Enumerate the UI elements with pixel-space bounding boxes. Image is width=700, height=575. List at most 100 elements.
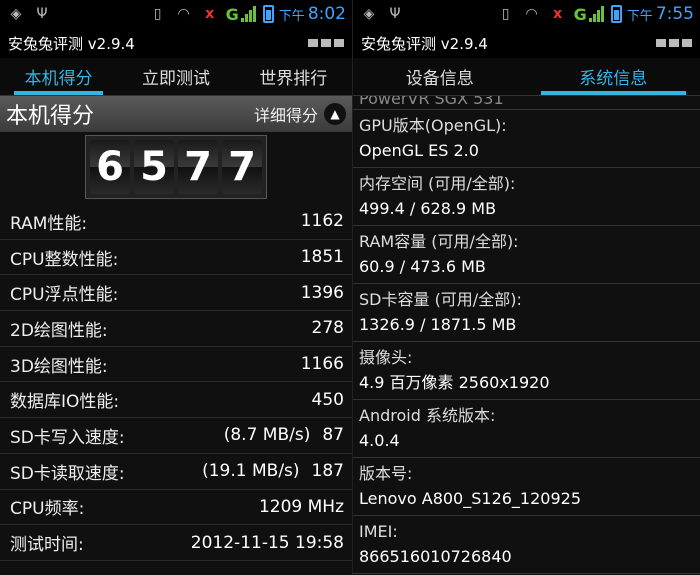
row-value: 1396 xyxy=(300,282,344,303)
row-label: 3D绘图性能: xyxy=(10,356,108,377)
network-type-label: G xyxy=(225,4,239,24)
no-signal-icon: x xyxy=(553,6,563,22)
tab-device-info[interactable]: 设备信息 xyxy=(353,58,527,95)
info-value: 4.9 百万像素 2560x1920 xyxy=(359,373,550,392)
info-item-gpu-version: GPU版本(OpenGL): OpenGL ES 2.0 xyxy=(353,110,700,168)
row-label: CPU频率: xyxy=(10,499,85,520)
vibrate-icon: ▯ xyxy=(153,6,162,22)
info-value: 4.0.4 xyxy=(359,431,400,450)
battery-icon xyxy=(610,5,622,23)
row-extra: (19.1 MB/s) xyxy=(202,461,300,482)
info-value: Lenovo A800_S126_120925 xyxy=(359,489,582,508)
info-item-android-version: Android 系统版本: 4.0.4 xyxy=(353,400,700,458)
no-signal-icon: x xyxy=(205,6,215,22)
tab-bar: 设备信息 系统信息 xyxy=(353,58,700,96)
row-value: 1851 xyxy=(300,247,344,268)
row-value: 278 xyxy=(311,318,344,339)
signal-bars-icon xyxy=(240,6,257,22)
info-value: 499.4 / 628.9 MB xyxy=(359,199,497,218)
row-label: 测试时间: xyxy=(10,535,84,556)
info-item-camera: 摄像头: 4.9 百万像素 2560x1920 xyxy=(353,342,700,400)
status-time: 7:55 xyxy=(655,4,694,24)
info-item-imei: IMEI: 866516010726840 xyxy=(353,516,700,574)
row-extra: (8.7 MB/s) xyxy=(223,425,311,446)
row-label: 2D绘图性能: xyxy=(10,320,108,341)
row-label: RAM性能: xyxy=(10,213,88,234)
status-bar: ◈ Ψ ▯ ◠ x G 下午 8:02 xyxy=(0,0,352,28)
info-item-build-number: 版本号: Lenovo A800_S126_120925 xyxy=(353,458,700,516)
app-title-bar: 安兔兔评测 v2.9.4 xyxy=(0,28,352,58)
usb-icon: Ψ xyxy=(389,6,401,22)
tab-world-ranking[interactable]: 世界排行 xyxy=(235,58,352,95)
total-score-display: 6 5 7 7 xyxy=(0,132,352,202)
score-row-3d: 3D绘图性能: 1166 xyxy=(0,347,352,383)
info-value: OpenGL ES 2.0 xyxy=(359,141,479,160)
score-row-db-io: 数据库IO性能: 450 xyxy=(0,382,352,419)
info-key: IMEI: xyxy=(359,522,398,541)
score-digits: 6 5 7 7 xyxy=(85,135,267,199)
system-info-list[interactable]: PowerVR SGX 531 GPU版本(OpenGL): OpenGL ES … xyxy=(353,96,700,574)
menu-icon[interactable] xyxy=(656,39,692,47)
row-label: 数据库IO性能: xyxy=(10,392,120,413)
system-info-screen: ◈ Ψ ▯ ◠ x G 下午 7:55 安兔兔评测 v2.9.4 设备信息 系统… xyxy=(352,0,700,575)
vibrate-icon: ▯ xyxy=(501,6,510,22)
score-row-cpu-freq: CPU频率: 1209 MHz xyxy=(0,490,352,526)
score-row-sd-write: SD卡写入速度: (8.7 MB/s) 87 xyxy=(0,418,352,454)
score-header: 本机得分 详细得分 ▲ xyxy=(0,96,352,132)
row-label: SD卡读取速度: xyxy=(10,463,125,484)
status-ampm: 下午 xyxy=(626,8,653,24)
tab-system-info[interactable]: 系统信息 xyxy=(527,58,700,95)
battery-icon xyxy=(262,5,274,23)
info-value: 866516010726840 xyxy=(359,547,512,566)
score-row-sd-read: SD卡读取速度: (19.1 MB/s) 187 xyxy=(0,454,352,490)
row-value: 1209 MHz xyxy=(258,496,344,517)
status-ampm: 下午 xyxy=(278,8,305,24)
info-item-ram: RAM容量 (可用/全部): 60.9 / 473.6 MB xyxy=(353,226,700,284)
score-list: RAM性能: 1162 CPU整数性能: 1851 CPU浮点性能: 1396 2D绘… xyxy=(0,202,352,561)
row-value: 2012-11-15 19:58 xyxy=(190,532,344,553)
score-heading: 本机得分 xyxy=(6,104,95,129)
app-shield-icon: ◈ xyxy=(363,6,375,22)
tab-my-score[interactable]: 本机得分 xyxy=(0,58,117,95)
info-item-memory: 内存空间 (可用/全部): 499.4 / 628.9 MB xyxy=(353,168,700,226)
wifi-icon: ◠ xyxy=(525,6,538,22)
app-title: 安兔兔评测 v2.9.4 xyxy=(8,34,135,53)
app-shield-icon: ◈ xyxy=(10,6,22,22)
tab-bar: 本机得分 立即测试 世界排行 xyxy=(0,58,352,96)
status-time: 8:02 xyxy=(307,4,346,24)
row-value: 450 xyxy=(311,389,344,410)
row-label: CPU浮点性能: xyxy=(10,285,119,306)
network-type-label: G xyxy=(573,4,587,24)
app-title-bar: 安兔兔评测 v2.9.4 xyxy=(353,28,700,58)
signal-bars-icon xyxy=(588,6,605,22)
row-value: 87 xyxy=(322,425,344,446)
row-value: 187 xyxy=(311,461,344,482)
info-item-sd-card: SD卡容量 (可用/全部): 1326.9 / 1871.5 MB xyxy=(353,284,700,342)
menu-icon[interactable] xyxy=(308,39,344,47)
collapse-chevron-up-icon[interactable]: ▲ xyxy=(324,103,346,125)
score-row-test-time: 测试时间: 2012-11-15 19:58 xyxy=(0,525,352,561)
score-digit: 7 xyxy=(222,140,262,194)
score-row-cpu-int: CPU整数性能: 1851 xyxy=(0,240,352,276)
score-digit: 5 xyxy=(134,140,174,194)
info-key: GPU版本(OpenGL): xyxy=(359,116,507,135)
score-screen: ◈ Ψ ▯ ◠ x G 下午 8:02 安兔兔评测 v2.9.4 本机得分 立即… xyxy=(0,0,352,575)
tab-run-test[interactable]: 立即测试 xyxy=(117,58,234,95)
usb-icon: Ψ xyxy=(36,6,48,22)
detail-score-link[interactable]: 详细得分 xyxy=(254,102,318,126)
score-digit: 6 xyxy=(90,140,130,194)
score-row-2d: 2D绘图性能: 278 xyxy=(0,311,352,347)
score-digit: 7 xyxy=(178,140,218,194)
info-key: 版本号: xyxy=(359,464,413,483)
wifi-icon: ◠ xyxy=(177,6,190,22)
status-bar: ◈ Ψ ▯ ◠ x G 下午 7:55 xyxy=(353,0,700,28)
row-label: CPU整数性能: xyxy=(10,249,119,270)
info-key: SD卡容量 (可用/全部): xyxy=(359,290,522,309)
row-label: SD卡写入速度: xyxy=(10,427,125,448)
info-key: 摄像头: xyxy=(359,348,413,367)
score-row-cpu-float: CPU浮点性能: 1396 xyxy=(0,275,352,312)
score-row-ram: RAM性能: 1162 xyxy=(0,204,352,240)
app-title: 安兔兔评测 v2.9.4 xyxy=(361,34,488,53)
row-value: 1162 xyxy=(300,211,344,232)
info-key: RAM容量 (可用/全部): xyxy=(359,232,519,251)
